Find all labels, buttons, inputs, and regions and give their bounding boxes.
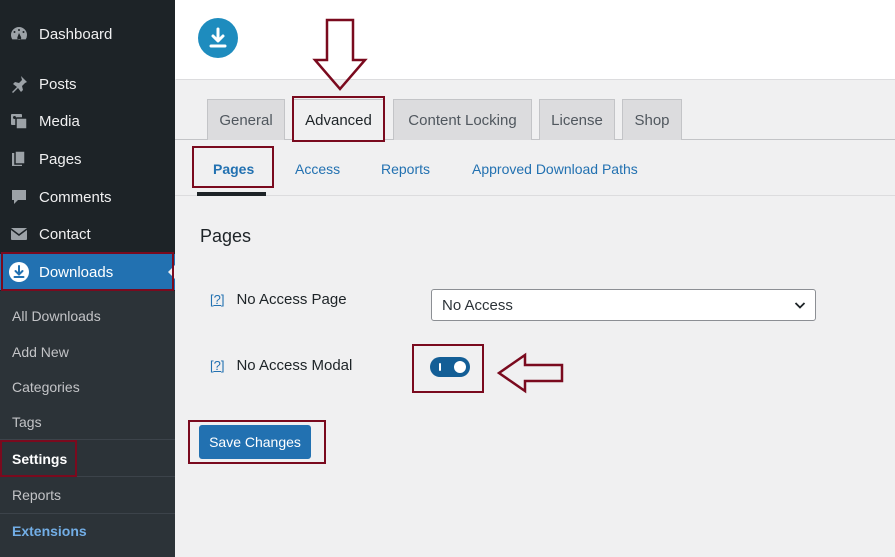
menu-label: Contact — [39, 225, 91, 243]
section-subnav: Pages Access Reports Approved Download P… — [175, 141, 895, 196]
tab-label: General — [219, 111, 273, 129]
menu-item-pages[interactable]: Pages — [0, 141, 175, 177]
menu-item-comments[interactable]: Comments — [0, 179, 175, 215]
mail-icon — [8, 223, 30, 245]
tab-content-locking[interactable]: Content Locking — [393, 99, 532, 140]
media-icon — [8, 110, 30, 132]
menu-item-media[interactable]: Media — [0, 103, 175, 139]
save-changes-button[interactable]: Save Changes — [199, 425, 311, 459]
submenu-label: Add New — [12, 343, 69, 360]
download-logo-icon — [209, 27, 227, 48]
menu-label: Comments — [39, 188, 112, 206]
submenu-label: Extensions — [12, 522, 87, 539]
submenu-settings[interactable]: Settings — [0, 441, 175, 476]
submenu-reports[interactable]: Reports — [0, 477, 175, 512]
tab-license[interactable]: License — [539, 99, 615, 140]
submenu-all-downloads[interactable]: All Downloads — [0, 298, 175, 333]
plugin-header — [175, 0, 895, 80]
pages-icon — [8, 148, 30, 170]
select-value: No Access — [442, 296, 513, 314]
menu-item-contact[interactable]: Contact — [0, 216, 175, 252]
plugin-logo — [198, 18, 238, 58]
subtab-label: Pages — [213, 160, 255, 177]
downloads-submenu: All Downloads Add New Categories Tags Se… — [0, 291, 175, 557]
no-access-page-select[interactable]: No Access — [431, 289, 816, 321]
subtab-label: Access — [295, 160, 341, 177]
menu-item-downloads[interactable]: Downloads — [0, 254, 175, 290]
submenu-label: Categories — [12, 378, 80, 395]
comment-icon — [8, 186, 30, 208]
menu-label: Media — [39, 112, 80, 130]
main-content: General Advanced Content Locking License… — [175, 0, 895, 557]
section-title: Pages — [200, 226, 252, 246]
submenu-extensions[interactable]: Extensions — [0, 513, 175, 548]
menu-item-dashboard[interactable]: Dashboard — [0, 16, 175, 52]
dashboard-icon — [8, 23, 30, 45]
tab-label: Advanced — [305, 112, 372, 129]
subtab-label: Reports — [381, 160, 431, 177]
tab-advanced[interactable]: Advanced — [292, 99, 385, 141]
subtab-label: Approved Download Paths — [472, 160, 638, 177]
submenu-label: All Downloads — [12, 307, 101, 324]
subtab-approved-download-paths[interactable]: Approved Download Paths — [472, 141, 638, 196]
submenu-label: Tags — [12, 413, 42, 430]
submenu-divider — [0, 439, 175, 440]
tab-label: Content Locking — [408, 111, 517, 129]
current-menu-arrow — [168, 265, 175, 279]
menu-item-posts[interactable]: Posts — [0, 66, 175, 102]
menu-label: Posts — [39, 75, 77, 93]
submenu-label: Reports — [12, 486, 62, 503]
admin-sidebar: Dashboard Posts Media Pages Comments Con… — [0, 0, 175, 557]
field-label: No Access Modal — [236, 357, 353, 374]
tab-label: License — [551, 111, 603, 129]
menu-label: Downloads — [39, 263, 114, 281]
chevron-down-icon — [794, 302, 806, 309]
subtab-pages[interactable]: Pages — [213, 141, 254, 196]
no-access-page-row: [?] No Access Page — [210, 291, 347, 308]
toggle-on-mark — [439, 363, 441, 371]
download-icon — [8, 261, 30, 283]
tab-general[interactable]: General — [207, 99, 285, 140]
tab-shop[interactable]: Shop — [622, 99, 682, 140]
no-access-modal-toggle[interactable] — [430, 357, 470, 377]
field-label: No Access Page — [236, 291, 347, 308]
submenu-categories[interactable]: Categories — [0, 369, 175, 404]
submenu-add-new[interactable]: Add New — [0, 334, 175, 369]
subtab-access[interactable]: Access — [295, 141, 340, 196]
help-link[interactable]: [?] — [210, 358, 224, 373]
menu-label: Dashboard — [39, 25, 113, 43]
toggle-knob — [454, 361, 466, 373]
subtab-reports[interactable]: Reports — [381, 141, 430, 196]
submenu-tags[interactable]: Tags — [0, 404, 175, 439]
submenu-label: Settings — [12, 450, 68, 467]
tab-label: Shop — [634, 111, 670, 129]
menu-label: Pages — [39, 150, 82, 168]
no-access-modal-row: [?] No Access Modal — [210, 357, 352, 374]
settings-tabs: General Advanced Content Locking License… — [175, 99, 895, 141]
help-link[interactable]: [?] — [210, 292, 224, 307]
pin-icon — [8, 73, 30, 95]
active-subtab-indicator — [197, 192, 266, 196]
